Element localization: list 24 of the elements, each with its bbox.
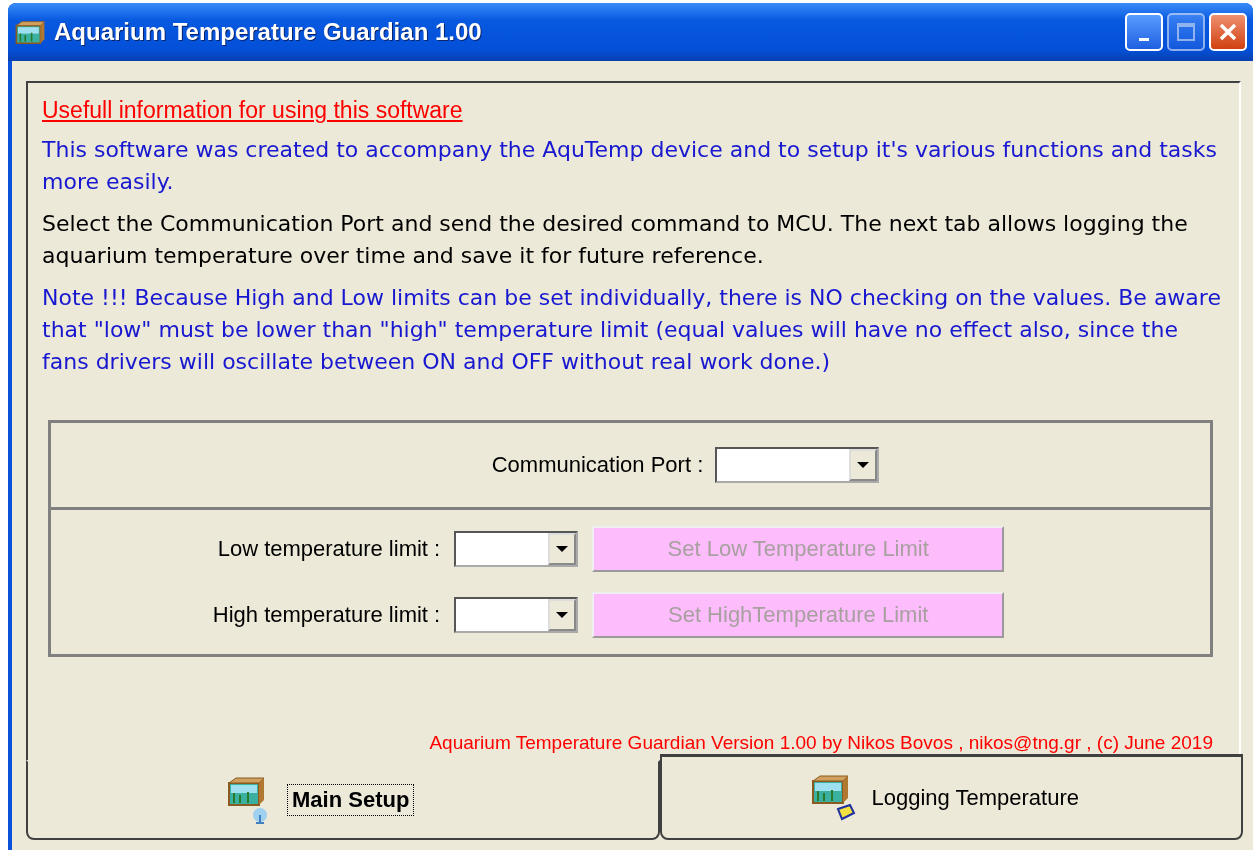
port-dropdown[interactable] bbox=[715, 447, 880, 483]
maximize-button[interactable] bbox=[1167, 13, 1205, 51]
dropdown-arrow-icon bbox=[857, 461, 870, 469]
limit-label: Low temperature limit : bbox=[217, 536, 441, 562]
credit-text: Aquarium Temperature Guardian Version 1.00 by Nikos Bovos , nikos@tng.gr , (c) June 2019 bbox=[428, 732, 1214, 755]
limit-label: High temperature limit : bbox=[212, 602, 441, 628]
window-title: Aquarium Temperature Guardian 1.00 bbox=[54, 18, 483, 46]
tab[interactable]: Logging Temperature bbox=[659, 754, 1243, 840]
limit-dropdown[interactable] bbox=[454, 597, 579, 633]
info-paragraph: Note !!! Because High and Low limits can be set individually, there is NO checking on the values. Be aware that "low" must be lower than "high" temperature limit (equal values will have no effect also, since the fans drivers will oscillate between ON and OFF without real work done.) bbox=[42, 284, 1222, 376]
minimize-icon bbox=[1139, 37, 1149, 41]
info-link[interactable]: Usefull information for using this software bbox=[42, 97, 463, 124]
close-icon bbox=[1217, 21, 1239, 43]
dropdown-arrow-icon bbox=[556, 545, 569, 553]
info-paragraph: Select the Communication Port and send the desired command to MCU. The next tab allows logging the aquarium temperature over time and save it for future reference. bbox=[42, 210, 1189, 270]
port-label: Communication Port : bbox=[491, 452, 704, 478]
close-button[interactable] bbox=[1209, 13, 1247, 51]
dropdown-arrow-icon bbox=[556, 611, 569, 619]
minimize-button[interactable] bbox=[1125, 13, 1163, 51]
tab[interactable]: Main Setup bbox=[26, 760, 660, 840]
maximize-icon bbox=[1176, 22, 1196, 42]
aquarium-icon bbox=[14, 18, 46, 46]
info-paragraph: This software was created to accompany the AquTemp device and to setup it's various functions and tasks more easily. bbox=[42, 136, 1218, 196]
limit-dropdown[interactable] bbox=[454, 531, 579, 567]
